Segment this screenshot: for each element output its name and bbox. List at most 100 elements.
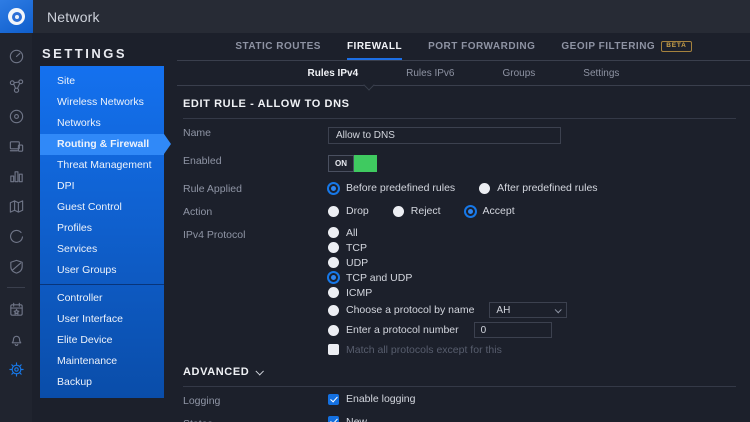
- radio-selected-icon[interactable]: [328, 272, 339, 283]
- sidebar-item-profiles[interactable]: Profiles: [40, 218, 164, 239]
- section-divider: [183, 386, 736, 387]
- sidebar-item-controller[interactable]: Controller: [40, 288, 164, 309]
- unifi-logo-icon: [8, 8, 25, 25]
- logging-label: Logging: [183, 393, 328, 407]
- tab-static-routes[interactable]: STATIC ROUTES: [235, 33, 321, 60]
- radio-drop[interactable]: Drop: [328, 205, 369, 217]
- sidebar-item-user-interface[interactable]: User Interface: [40, 309, 164, 330]
- edit-rule-title: EDIT RULE - ALLOW TO DNS: [183, 96, 736, 118]
- sidebar-item-dpi[interactable]: DPI: [40, 176, 164, 197]
- rule-name-input[interactable]: [328, 127, 561, 144]
- name-row: Name: [183, 125, 736, 144]
- settings-icon[interactable]: [0, 354, 32, 384]
- tab-firewall[interactable]: FIREWALL: [347, 33, 402, 60]
- subtab-settings[interactable]: Settings: [583, 68, 619, 79]
- protocol-number-input[interactable]: [474, 322, 552, 338]
- radio-icon[interactable]: [328, 305, 339, 316]
- name-label: Name: [183, 125, 328, 144]
- radio-icon[interactable]: [328, 287, 339, 298]
- tab-geoip-filtering[interactable]: GEOIP FILTERINGBETA: [561, 33, 691, 60]
- threat-management-icon[interactable]: [0, 251, 32, 281]
- sidebar-item-maintenance[interactable]: Maintenance: [40, 351, 164, 372]
- sidebar-item-threat-management[interactable]: Threat Management: [40, 155, 164, 176]
- toggle-on-label: ON: [328, 155, 354, 172]
- radio-selected-icon[interactable]: [328, 183, 339, 194]
- alerts-icon[interactable]: [0, 324, 32, 354]
- radio-icmp[interactable]: ICMP: [328, 287, 736, 298]
- beta-badge: BETA: [661, 41, 691, 53]
- states-row: States New Established Invalid Related: [183, 416, 736, 422]
- rail-divider: [7, 287, 25, 288]
- protocol-name-value: AH: [496, 305, 510, 316]
- chevron-down-icon: [256, 367, 264, 375]
- radio-icon[interactable]: [328, 227, 339, 238]
- app-window: Network: [0, 0, 750, 422]
- advanced-section-toggle[interactable]: ADVANCED: [183, 364, 736, 386]
- radio-icon[interactable]: [393, 206, 404, 217]
- tab-port-forwarding[interactable]: PORT FORWARDING: [428, 33, 535, 60]
- unifi-logo[interactable]: [0, 0, 33, 33]
- radio-protocol-number[interactable]: Enter a protocol number: [328, 322, 736, 338]
- radio-tcp[interactable]: TCP: [328, 242, 736, 253]
- events-icon[interactable]: [0, 294, 32, 324]
- subtab-groups[interactable]: Groups: [503, 68, 536, 79]
- sidebar-item-wireless-networks[interactable]: Wireless Networks: [40, 92, 164, 113]
- checkbox-checked-icon[interactable]: [328, 394, 339, 405]
- sidebar-item-elite-device[interactable]: Elite Device: [40, 330, 164, 351]
- match-all-checkbox-option[interactable]: Match all protocols except for this: [328, 344, 736, 355]
- radio-all[interactable]: All: [328, 227, 736, 238]
- section-divider: [183, 118, 736, 119]
- logging-row: Logging Enable logging: [183, 393, 736, 407]
- main-content: STATIC ROUTES FIREWALL PORT FORWARDING G…: [177, 33, 750, 422]
- action-row: Action Drop Reject Accept: [183, 204, 736, 218]
- sidebar-item-services[interactable]: Services: [40, 239, 164, 260]
- chevron-down-icon: [555, 306, 562, 313]
- rule-applied-label: Rule Applied: [183, 181, 328, 195]
- sidebar-item-user-groups[interactable]: User Groups: [40, 260, 164, 281]
- radio-accept[interactable]: Accept: [465, 205, 515, 217]
- topology-icon[interactable]: [0, 71, 32, 101]
- state-new-checkbox-option[interactable]: New: [328, 416, 736, 422]
- map-icon[interactable]: [0, 191, 32, 221]
- checkbox-unchecked-icon[interactable]: [328, 344, 339, 355]
- radio-protocol-by-name[interactable]: Choose a protocol by name AH: [328, 302, 736, 318]
- settings-menu: Site Wireless Networks Networks Routing …: [40, 66, 164, 398]
- radio-reject[interactable]: Reject: [393, 205, 441, 217]
- radio-tcp-and-udp[interactable]: TCP and UDP: [328, 272, 736, 283]
- sidebar-item-routing-firewall[interactable]: Routing & Firewall: [40, 134, 164, 155]
- devices-icon[interactable]: [0, 101, 32, 131]
- radio-icon[interactable]: [328, 325, 339, 336]
- sidebar-item-networks[interactable]: Networks: [40, 113, 164, 134]
- protocol-name-select[interactable]: AH: [489, 302, 567, 318]
- rule-applied-row: Rule Applied Before predefined rules Aft…: [183, 181, 736, 195]
- enabled-label: Enabled: [183, 153, 328, 172]
- radio-icon[interactable]: [479, 183, 490, 194]
- enabled-row: Enabled ON: [183, 153, 736, 172]
- sidebar-item-guest-control[interactable]: Guest Control: [40, 197, 164, 218]
- radio-udp[interactable]: UDP: [328, 257, 736, 268]
- enabled-toggle[interactable]: ON: [328, 155, 377, 172]
- insights-icon[interactable]: [0, 221, 32, 251]
- radio-after-predefined[interactable]: After predefined rules: [479, 182, 597, 194]
- sidebar-item-backup[interactable]: Backup: [40, 372, 164, 393]
- app-header: Network: [0, 0, 750, 33]
- statistics-icon[interactable]: [0, 161, 32, 191]
- checkbox-checked-icon[interactable]: [328, 416, 339, 422]
- radio-icon[interactable]: [328, 242, 339, 253]
- radio-icon[interactable]: [328, 206, 339, 217]
- settings-heading: SETTINGS: [32, 33, 177, 61]
- radio-icon[interactable]: [328, 257, 339, 268]
- enable-logging-checkbox-option[interactable]: Enable logging: [328, 393, 736, 405]
- sidebar-item-site[interactable]: Site: [40, 71, 164, 92]
- firewall-subtabs: Rules IPv4 Rules IPv6 Groups Settings: [177, 61, 750, 85]
- clients-icon[interactable]: [0, 131, 32, 161]
- edit-rule-form: EDIT RULE - ALLOW TO DNS Name Enabled ON: [177, 86, 750, 422]
- radio-before-predefined[interactable]: Before predefined rules: [328, 182, 455, 194]
- settings-sidebar: SETTINGS Site Wireless Networks Networks…: [32, 33, 177, 422]
- firewall-tabs: STATIC ROUTES FIREWALL PORT FORWARDING G…: [177, 33, 750, 60]
- subtabs-divider: [177, 85, 750, 86]
- dashboard-icon[interactable]: [0, 41, 32, 71]
- radio-selected-icon[interactable]: [465, 206, 476, 217]
- subtab-rules-ipv6[interactable]: Rules IPv6: [406, 68, 454, 79]
- subtab-rules-ipv4[interactable]: Rules IPv4: [308, 68, 359, 79]
